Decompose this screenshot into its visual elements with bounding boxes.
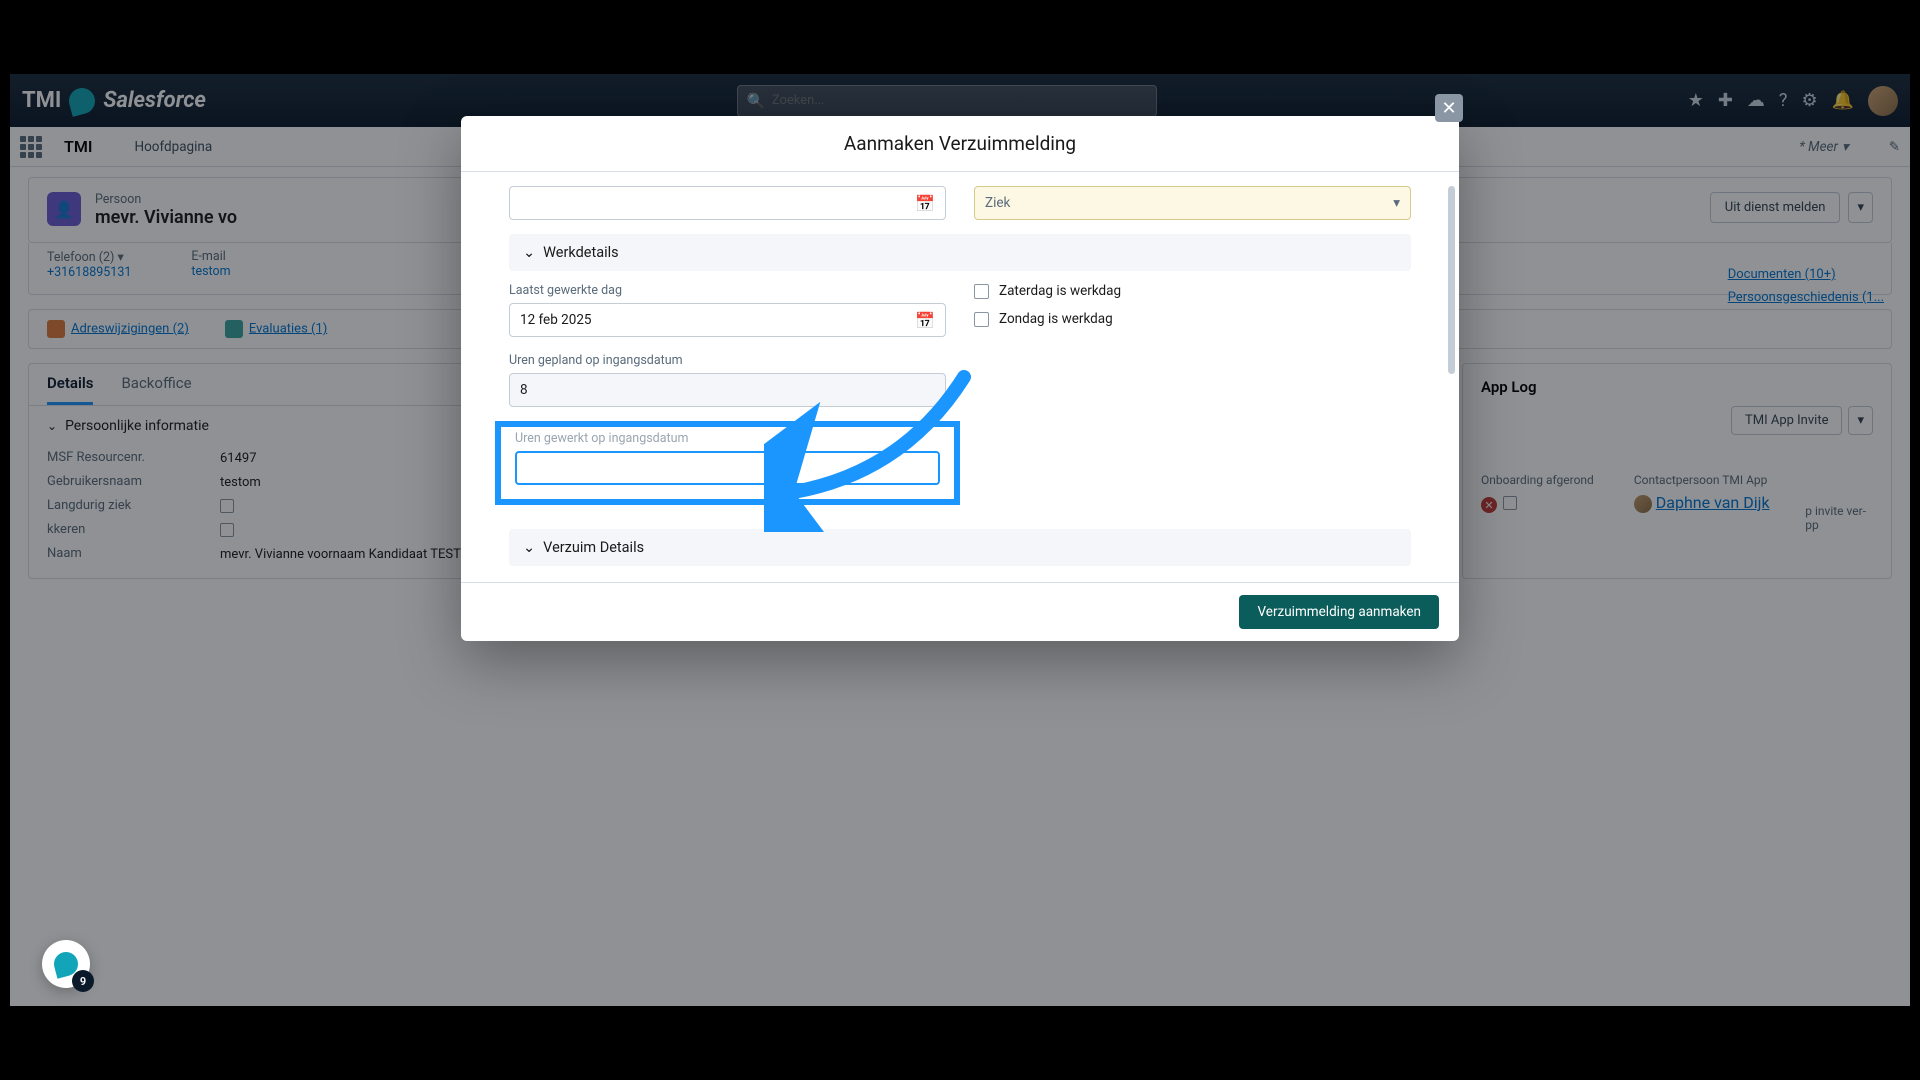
chevron-down-icon: ⌄ [523,539,535,556]
close-button[interactable]: ✕ [1435,94,1463,122]
uren-gewerkt-input[interactable] [515,451,940,485]
laatst-label: Laatst gewerkte dag [509,283,946,298]
calendar-icon: 📅 [915,311,935,330]
zaterdag-label: Zaterdag is werkdag [999,283,1121,299]
zondag-label: Zondag is werkdag [999,311,1113,327]
highlighted-input-group: Uren gewerkt op ingangsdatum [495,421,960,505]
uren-gewerkt-label: Uren gewerkt op ingangsdatum [515,431,940,446]
uren-gepland-value: 8 [520,382,528,398]
close-icon: ✕ [1441,98,1456,119]
laatst-input[interactable]: 12 feb 2025 📅 [509,303,946,337]
zaterdag-checkbox-row[interactable]: Zaterdag is werkdag [974,283,1411,299]
uren-gepland-input[interactable]: 8 [509,373,946,407]
type-select[interactable]: Ziek ▾ [974,186,1411,220]
section-verzuim-details[interactable]: ⌄ Verzuim Details [509,529,1411,566]
verzuimmelding-modal: ✕ Aanmaken Verzuimmelding 📅 Ziek ▾ [461,116,1459,641]
chevron-down-icon: ⌄ [523,244,535,261]
zondag-checkbox-row[interactable]: Zondag is werkdag [974,311,1411,327]
section-verzuim-label: Verzuim Details [543,539,644,556]
scrollbar[interactable] [1448,186,1455,374]
floating-help-bubble[interactable]: 9 [42,940,90,988]
modal-overlay: ✕ Aanmaken Verzuimmelding 📅 Ziek ▾ [10,74,1910,1006]
notification-badge: 9 [72,970,94,992]
modal-title: Aanmaken Verzuimmelding [461,116,1459,172]
submit-button[interactable]: Verzuimmelding aanmaken [1239,595,1439,629]
calendar-icon: 📅 [915,194,935,213]
uren-gepland-label: Uren gepland op ingangsdatum [509,353,946,368]
section-werkdetails-label: Werkdetails [543,244,619,261]
type-select-value: Ziek [985,195,1010,211]
date-input[interactable]: 📅 [509,186,946,220]
checkbox-icon [974,312,989,327]
checkbox-icon [974,284,989,299]
laatst-value: 12 feb 2025 [520,312,592,328]
section-werkdetails[interactable]: ⌄ Werkdetails [509,234,1411,271]
chevron-down-icon: ▾ [1393,195,1400,211]
